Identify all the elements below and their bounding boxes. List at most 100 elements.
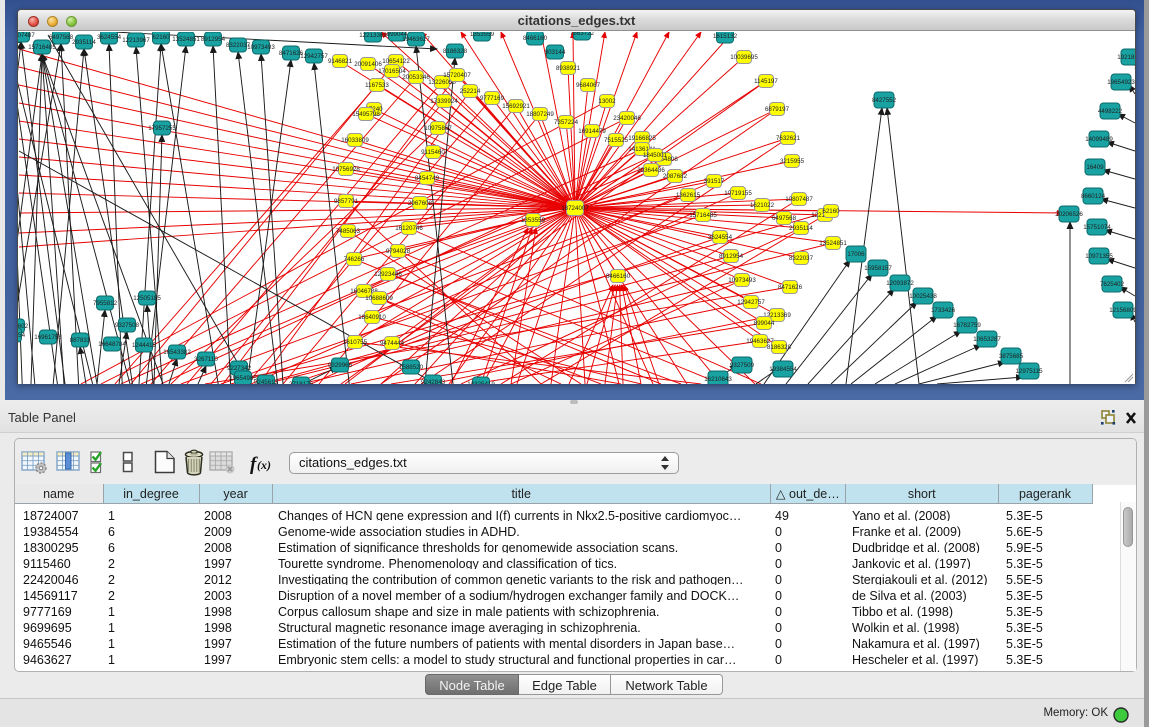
svg-text:8427552: 8427552 (872, 97, 897, 104)
svg-text:(x): (x) (257, 458, 271, 472)
svg-text:2935114: 2935114 (72, 39, 96, 46)
svg-text:6497568: 6497568 (772, 215, 797, 222)
svg-text:1353559: 1353559 (470, 32, 495, 38)
svg-text:15716485: 15716485 (689, 212, 717, 219)
svg-text:8466160: 8466160 (523, 35, 548, 42)
svg-text:3267110: 3267110 (194, 356, 218, 363)
svg-text:7632621: 7632621 (776, 135, 801, 142)
svg-text:13002: 13002 (598, 98, 616, 105)
svg-text:10973493: 10973493 (728, 277, 756, 284)
svg-text:16961758: 16961758 (34, 334, 62, 341)
svg-text:8938921: 8938921 (556, 65, 581, 72)
svg-text:1244415: 1244415 (132, 342, 157, 349)
svg-text:19654923: 19654923 (1107, 79, 1135, 86)
svg-text:9794028: 9794028 (386, 248, 411, 255)
svg-text:8186328: 8186328 (443, 48, 468, 55)
svg-text:1621022: 1621022 (750, 202, 775, 209)
svg-text:10973493: 10973493 (247, 44, 275, 51)
svg-text:12942757: 12942757 (300, 53, 328, 60)
svg-text:3215955: 3215955 (780, 158, 805, 165)
svg-text:10975867: 10975867 (424, 125, 452, 132)
svg-text:4498222: 4498222 (1098, 108, 1123, 115)
svg-text:9684067: 9684067 (576, 82, 601, 89)
svg-text:2087682: 2087682 (663, 173, 688, 180)
svg-text:16033809: 16033809 (341, 137, 369, 144)
svg-text:20091406: 20091406 (354, 61, 382, 68)
svg-text:9242843: 9242843 (421, 379, 446, 384)
svg-text:1610755: 1610755 (343, 339, 368, 346)
svg-text:8322037: 8322037 (789, 255, 814, 262)
svg-text:12213369: 12213369 (359, 32, 387, 39)
svg-text:18640910: 18640910 (358, 314, 386, 321)
svg-text:6879197: 6879197 (765, 106, 790, 113)
svg-text:8466160: 8466160 (606, 273, 631, 280)
svg-text:10807487: 10807487 (18, 32, 35, 39)
svg-text:1588520: 1588520 (399, 364, 424, 371)
svg-text:12975115: 12975115 (1015, 368, 1043, 375)
svg-text:7625402: 7625402 (1100, 281, 1125, 288)
svg-text:13325419: 13325419 (467, 381, 495, 384)
svg-text:15495798: 15495798 (352, 111, 380, 118)
svg-text:1615132: 1615132 (713, 33, 738, 40)
svg-text:17006: 17006 (847, 251, 865, 258)
svg-text:9327509: 9327509 (730, 362, 755, 369)
svg-text:15751074: 15751074 (1083, 224, 1111, 231)
svg-text:20364436: 20364436 (637, 167, 665, 174)
svg-text:2967608: 2967608 (408, 200, 433, 207)
svg-text:7485063: 7485063 (336, 228, 361, 235)
svg-text:10756928: 10756928 (332, 166, 360, 173)
svg-text:8471626: 8471626 (778, 284, 803, 291)
svg-text:16914479: 16914479 (578, 128, 606, 135)
svg-text:12093872: 12093872 (886, 280, 914, 287)
svg-text:10971355: 10971355 (1085, 253, 1113, 260)
svg-text:7863722: 7863722 (570, 32, 595, 37)
svg-text:7955812: 7955812 (93, 300, 118, 307)
svg-text:9329966: 9329966 (328, 362, 353, 369)
svg-text:9777169: 9777169 (480, 95, 505, 102)
svg-text:20053346: 20053346 (402, 74, 430, 81)
svg-text:2935114: 2935114 (789, 225, 813, 232)
svg-text:2718176: 2718176 (289, 381, 314, 384)
svg-text:17339924: 17339924 (430, 98, 458, 105)
svg-text:13524851: 13524851 (172, 36, 200, 43)
svg-text:3624554: 3624554 (97, 34, 122, 41)
svg-text:391517: 391517 (704, 178, 725, 185)
svg-text:10807487: 10807487 (785, 196, 813, 203)
svg-text:887833: 887833 (70, 337, 91, 344)
svg-text:16409: 16409 (1086, 164, 1104, 171)
svg-text:23420046: 23420046 (613, 115, 641, 122)
svg-text:1145197: 1145197 (754, 78, 778, 85)
svg-text:16120746: 16120746 (395, 225, 423, 232)
svg-text:9857791: 9857791 (334, 198, 359, 205)
svg-text:14099489: 14099489 (1085, 136, 1113, 143)
svg-text:15692921: 15692921 (502, 103, 530, 110)
svg-text:1845001: 1845001 (643, 152, 668, 159)
svg-text:8660124: 8660124 (1081, 193, 1106, 200)
svg-text:13524851: 13524851 (819, 240, 847, 247)
svg-text:9115460: 9115460 (421, 149, 445, 156)
svg-text:12505185: 12505185 (133, 295, 161, 302)
svg-text:9245612: 9245612 (254, 379, 279, 384)
svg-text:18724007: 18724007 (561, 205, 589, 212)
svg-text:12942757: 12942757 (737, 299, 765, 306)
svg-text:3875685: 3875685 (999, 353, 1024, 360)
svg-text:252214: 252214 (460, 88, 481, 95)
svg-text:12923446: 12923446 (374, 271, 402, 278)
svg-text:19218506: 19218506 (1117, 54, 1135, 61)
svg-text:1733426: 1733426 (931, 307, 956, 314)
svg-text:62160: 62160 (152, 34, 170, 41)
svg-text:899044: 899044 (754, 320, 775, 327)
svg-text:7515525: 7515525 (604, 137, 629, 144)
svg-text:3624554: 3624554 (708, 234, 733, 241)
svg-text:10719155: 10719155 (724, 190, 752, 197)
svg-text:7357224: 7357224 (554, 119, 579, 126)
svg-text:1353559: 1353559 (521, 217, 546, 224)
svg-text:10653287: 10653287 (973, 336, 1001, 343)
svg-text:6497568: 6497568 (49, 34, 74, 41)
svg-text:10025438: 10025438 (909, 293, 937, 300)
svg-text:15720407: 15720407 (443, 72, 471, 79)
svg-text:18807249: 18807249 (526, 111, 554, 118)
svg-text:8186328: 8186328 (767, 344, 792, 351)
svg-text:20206526: 20206526 (1055, 211, 1083, 218)
svg-text:19463627: 19463627 (402, 36, 430, 43)
